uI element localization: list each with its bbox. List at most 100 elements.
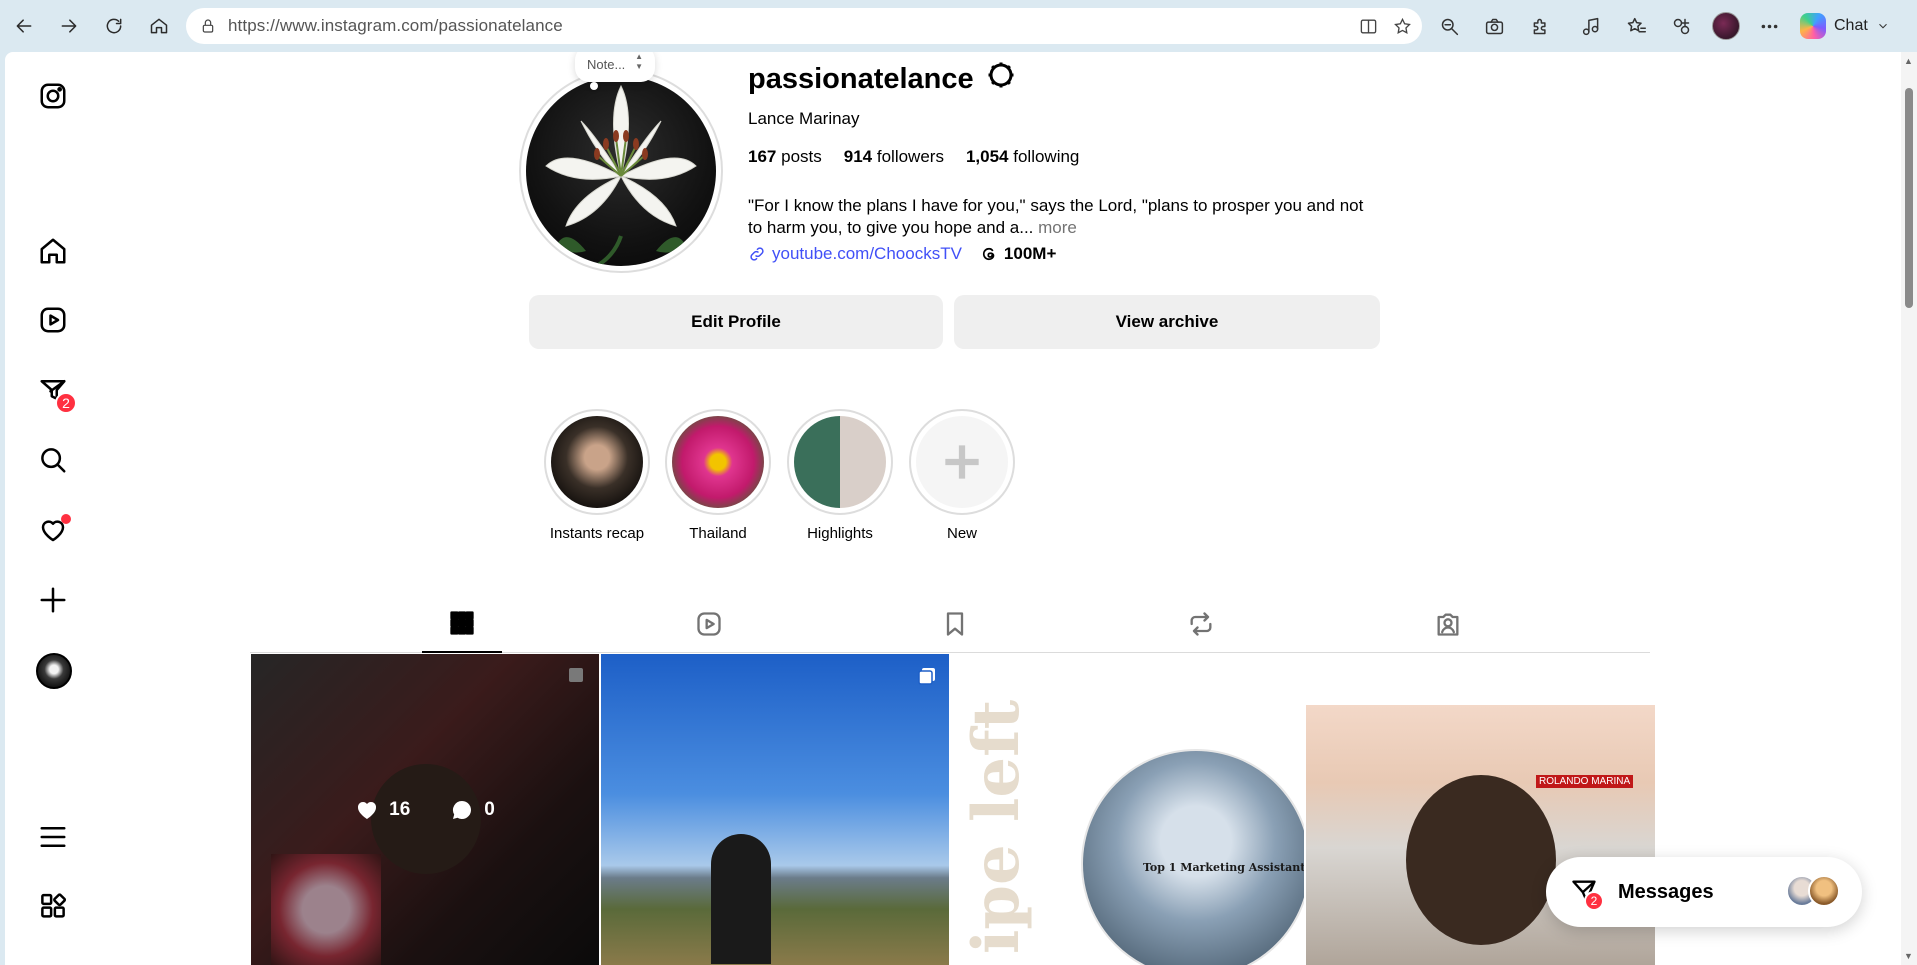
- messages-icon[interactable]: 2: [33, 370, 77, 414]
- home-icon[interactable]: [33, 231, 73, 271]
- profile-avatar[interactable]: [36, 653, 72, 689]
- page-viewport: 2 Note... ▲ ▼ passionatelance Lance Mari…: [5, 52, 1917, 965]
- screenshot-button[interactable]: [1478, 10, 1510, 42]
- posts-stat: 167 posts: [748, 147, 822, 166]
- threads-icon: [982, 247, 995, 261]
- scroll-up-arrow-icon[interactable]: ▲: [1904, 56, 1913, 66]
- home-button[interactable]: [143, 10, 175, 42]
- settings-gear-icon[interactable]: [986, 60, 1016, 98]
- scroll-down-arrow-icon[interactable]: ▼: [1904, 951, 1913, 961]
- following-stat[interactable]: 1,054 following: [966, 147, 1079, 167]
- forward-button[interactable]: [53, 10, 85, 42]
- media-button[interactable]: [1575, 10, 1607, 42]
- browser-profile-avatar[interactable]: [1712, 12, 1740, 40]
- repost-icon: [1190, 612, 1212, 636]
- highlight-thailand[interactable]: Thailand: [663, 409, 773, 542]
- username: passionatelance: [748, 62, 974, 95]
- tab-saved[interactable]: [915, 595, 995, 653]
- arrow-right-icon: [61, 19, 77, 33]
- username-row: passionatelance: [748, 60, 1016, 98]
- refresh-button[interactable]: [98, 10, 130, 42]
- hiker-figure: [711, 834, 771, 964]
- extensions-button[interactable]: [1524, 10, 1556, 42]
- back-button[interactable]: [8, 10, 40, 42]
- recent-contacts: [1786, 875, 1840, 907]
- highlight-thumbnail: [551, 416, 643, 508]
- post-thumbnail[interactable]: ipe left Top 1 Marketing Assistant: [951, 654, 1304, 965]
- note-arrows-icon: ▲ ▼: [635, 52, 643, 71]
- comments-stat: 0: [450, 798, 495, 822]
- note-bubble[interactable]: Note... ▲ ▼: [575, 52, 655, 82]
- profile-stats: 167 posts 914 followers 1,054 following: [748, 147, 1079, 167]
- favorites-list-icon: [1627, 17, 1646, 32]
- lily-image: [526, 76, 716, 266]
- award-photo: Top 1 Marketing Assistant: [1081, 749, 1304, 965]
- arrow-left-icon: [16, 19, 32, 33]
- collections-button[interactable]: [1665, 10, 1697, 42]
- more-options-button[interactable]: [1753, 10, 1785, 42]
- external-link[interactable]: youtube.com/ChoocksTV: [748, 244, 962, 264]
- favorites-button[interactable]: [1620, 10, 1652, 42]
- followers-stat[interactable]: 914 followers: [844, 147, 944, 167]
- house-icon: [150, 18, 168, 34]
- apps-icon[interactable]: [33, 887, 73, 927]
- bio-more-link[interactable]: more: [1038, 218, 1077, 237]
- post-image: [601, 654, 949, 965]
- tab-tagged[interactable]: [1408, 595, 1488, 653]
- split-screen-icon[interactable]: [1356, 14, 1380, 38]
- threads-badge[interactable]: 100M+: [980, 244, 1056, 264]
- lock-icon: [200, 18, 216, 34]
- tab-reels[interactable]: [669, 595, 749, 653]
- post-hover-overlay: 16 0: [251, 654, 599, 965]
- page-scrollbar[interactable]: ▲ ▼: [1901, 52, 1917, 965]
- search-icon[interactable]: [33, 440, 73, 480]
- messages-label: Messages: [1618, 880, 1714, 903]
- view-archive-button[interactable]: View archive: [954, 295, 1380, 349]
- copilot-icon: [1800, 13, 1826, 39]
- grid-icon: [450, 611, 474, 635]
- highlight-label: Highlights: [807, 525, 873, 542]
- ellipsis-icon: [1761, 24, 1777, 28]
- address-bar[interactable]: https://www.instagram.com/passionatelanc…: [186, 8, 1422, 44]
- instagram-logo-icon[interactable]: [33, 76, 73, 116]
- comment-icon: [453, 800, 472, 819]
- favorite-star-icon[interactable]: [1390, 14, 1414, 38]
- camera-icon: [1485, 18, 1503, 34]
- link-icon: [750, 247, 764, 261]
- messages-badge: 2: [55, 392, 77, 414]
- highlight-instants-recap[interactable]: Instants recap: [542, 409, 652, 542]
- full-name: Lance Marinay: [748, 109, 860, 128]
- scrollbar-thumb[interactable]: [1905, 88, 1913, 308]
- notifications-heart-icon[interactable]: [33, 510, 73, 550]
- plus-icon: [916, 416, 1008, 508]
- award-caption: Top 1 Marketing Assistant: [1143, 861, 1304, 874]
- multiple-images-icon: [917, 666, 937, 686]
- swipe-left-text: ipe left: [959, 699, 1034, 954]
- create-plus-icon[interactable]: [33, 580, 73, 620]
- contact-avatar: [1808, 875, 1840, 907]
- edit-profile-button[interactable]: Edit Profile: [529, 295, 943, 349]
- zoom-button[interactable]: [1433, 10, 1465, 42]
- music-icon: [1582, 17, 1598, 35]
- menu-icon[interactable]: [33, 817, 73, 857]
- profile-picture[interactable]: [519, 69, 723, 273]
- copilot-chat-button[interactable]: Chat: [1800, 10, 1890, 42]
- messages-pill[interactable]: 2 Messages: [1546, 857, 1862, 927]
- highlight-new[interactable]: New: [907, 409, 1017, 542]
- url-text: https://www.instagram.com/passionatelanc…: [228, 16, 563, 35]
- nameplate-text: ROLANDO MARINA: [1536, 775, 1634, 788]
- profile-links: youtube.com/ChoocksTV 100M+: [748, 244, 1056, 264]
- direct-message-icon: 2: [1570, 877, 1604, 911]
- smiling-person: [1406, 775, 1556, 945]
- highlight-label: New: [946, 525, 977, 542]
- post-thumbnail[interactable]: 16 0: [251, 654, 599, 965]
- puzzle-icon: [1533, 18, 1546, 34]
- collections-icon: [1673, 18, 1689, 34]
- reels-icon[interactable]: [33, 300, 73, 340]
- bio: "For I know the plans I have for you," s…: [748, 195, 1368, 239]
- post-thumbnail[interactable]: [601, 654, 949, 965]
- highlight-label: Instants recap: [549, 525, 645, 542]
- tab-posts[interactable]: [422, 595, 502, 653]
- tab-reposts[interactable]: [1161, 595, 1241, 653]
- highlight-highlights[interactable]: Highlights: [785, 409, 895, 542]
